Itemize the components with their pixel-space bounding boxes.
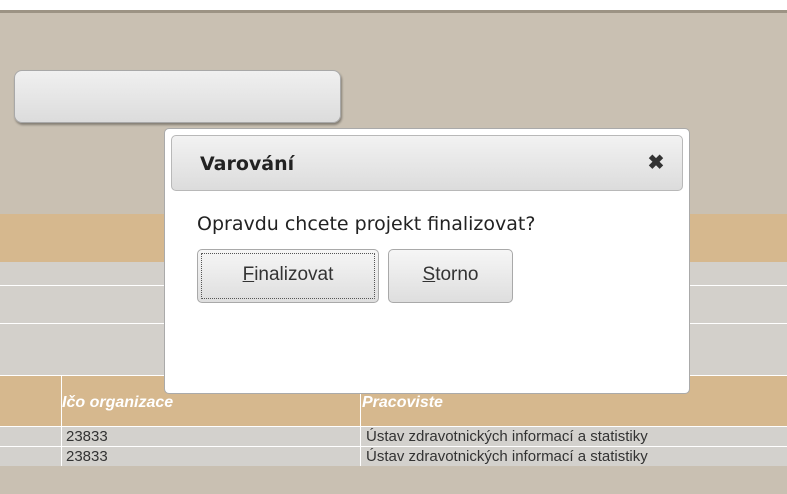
column-divider xyxy=(360,427,361,446)
finalize-button[interactable]: Finalizovat xyxy=(197,249,379,303)
cell-pracoviste: Ústav zdravotnických informací a statist… xyxy=(366,448,648,465)
column-divider xyxy=(360,447,361,466)
table-row[interactable]: 23833 Ústav zdravotnických informací a s… xyxy=(0,446,787,466)
cancel-accel: S xyxy=(422,264,436,285)
dialog-title: Varování xyxy=(200,153,295,175)
column-header-pracoviste[interactable]: Pracoviste xyxy=(362,394,443,412)
cell-ico: 23833 xyxy=(66,448,108,465)
finalize-accel: F xyxy=(242,264,255,285)
cell-pracoviste: Ústav zdravotnických informací a statist… xyxy=(366,428,648,445)
cell-ico: 23833 xyxy=(66,428,108,445)
background-button[interactable] xyxy=(14,70,341,123)
window-top-strip xyxy=(0,0,787,10)
column-header-ico[interactable]: Ičo organizace xyxy=(62,394,173,412)
table-row[interactable]: 23833 Ústav zdravotnických informací a s… xyxy=(0,426,787,446)
dialog-message: Opravdu chcete projekt finalizovat? xyxy=(197,213,536,235)
close-icon[interactable]: ✖ xyxy=(644,151,668,175)
top-divider xyxy=(0,10,787,13)
finalize-label: inalizovat xyxy=(254,264,334,285)
column-divider xyxy=(61,447,62,466)
dialog-titlebar[interactable]: Varování ✖ xyxy=(171,135,683,191)
column-divider xyxy=(61,427,62,446)
warning-dialog: Varování ✖ Opravdu chcete projekt finali… xyxy=(164,128,690,394)
cancel-button[interactable]: Storno xyxy=(388,249,513,303)
cancel-label: torno xyxy=(435,264,479,285)
